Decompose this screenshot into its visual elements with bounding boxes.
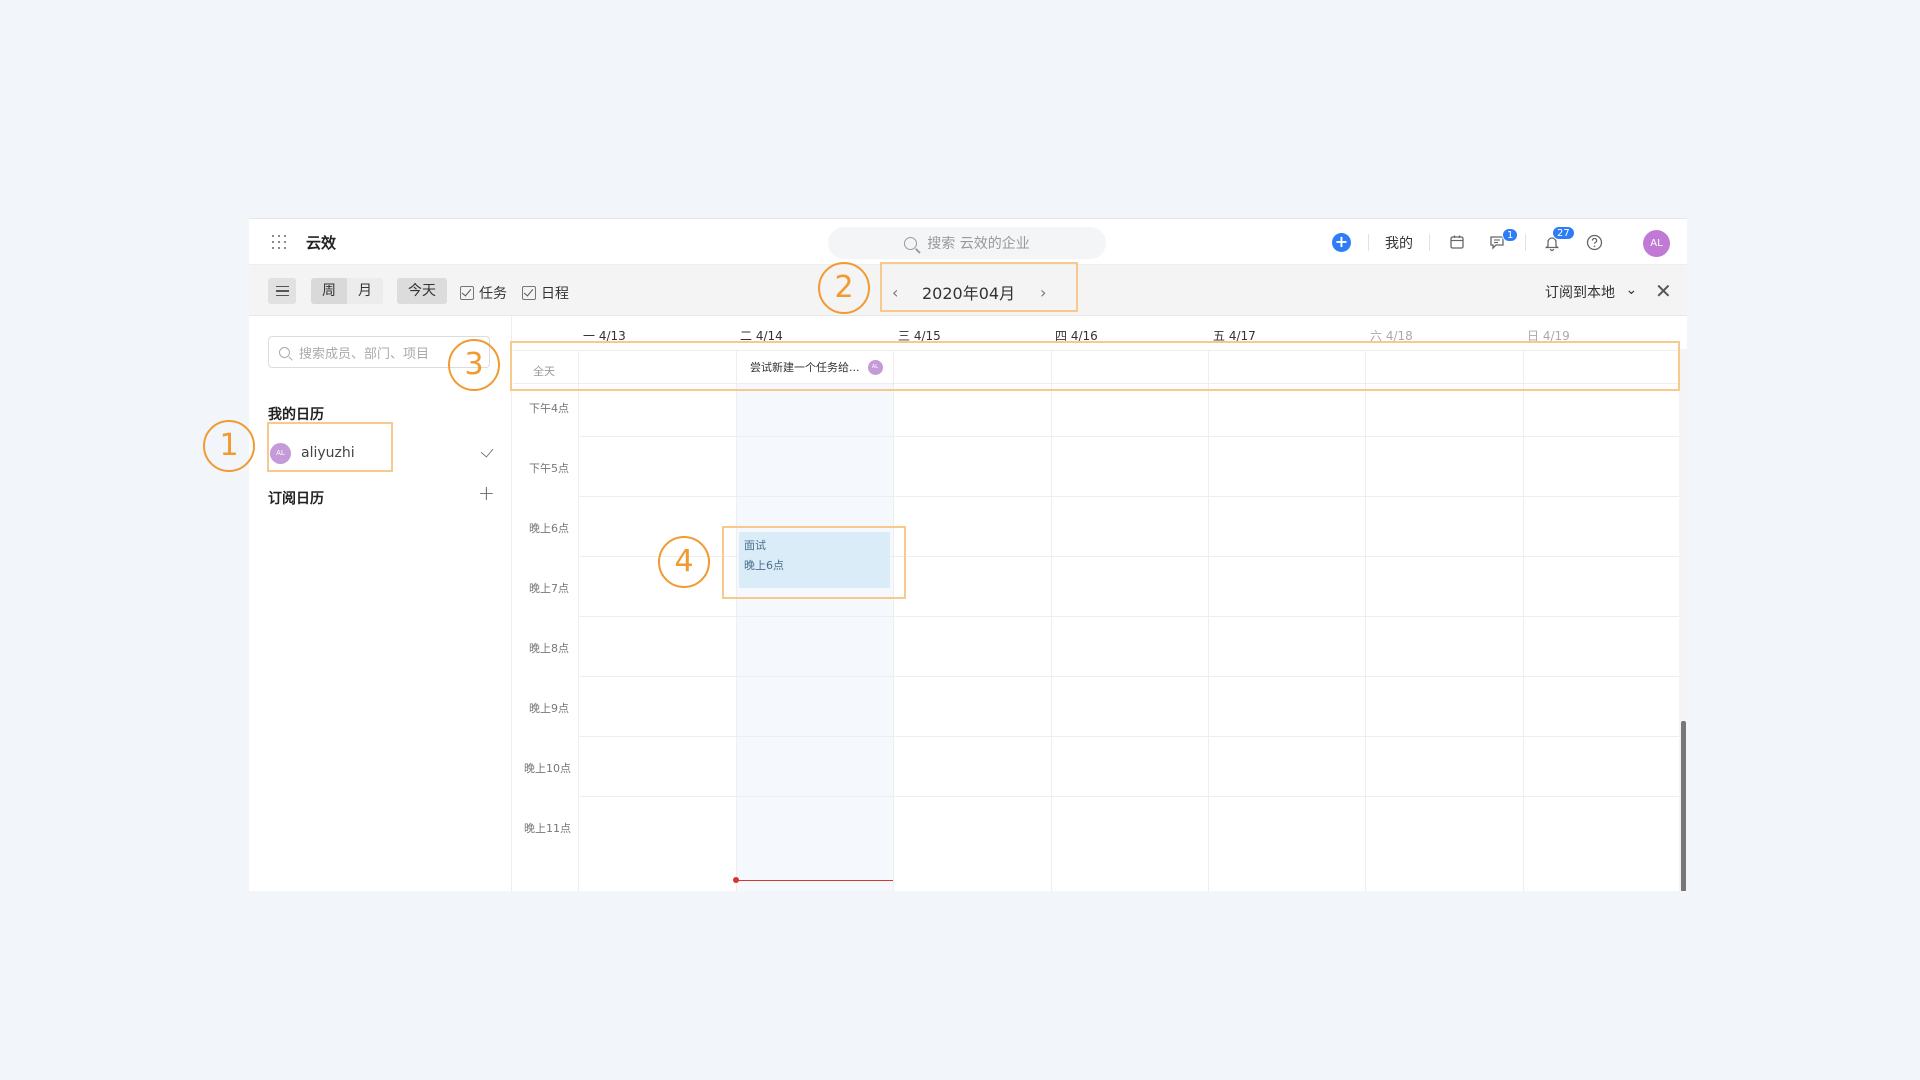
close-button[interactable]: ✕ (1655, 279, 1672, 303)
hour-label: 下午5点 (529, 462, 569, 475)
hour-line (578, 736, 1681, 737)
mine-link[interactable]: 我的 (1385, 233, 1413, 253)
grid-column-line (1208, 350, 1209, 891)
divider (1525, 234, 1526, 251)
grid-column-line (893, 350, 894, 891)
subscribe-local-label: 订阅到本地 (1545, 285, 1615, 301)
global-search-input[interactable]: 搜索 云效的企业 (828, 227, 1106, 259)
hour-line (578, 616, 1681, 617)
top-navigation-bar: 云效 搜索 云效的企业 + 我的 1 27 AL (249, 219, 1687, 265)
member-search-placeholder: 搜索成员、部门、项目 (299, 346, 430, 362)
current-time-dot (733, 877, 739, 883)
subscribed-calendar-heading: 订阅日历 (268, 491, 324, 507)
week-calendar-grid: 一 4/13 二 4/14 三 4/15 四 4/16 五 4/17 六 4/1… (513, 316, 1687, 891)
schedule-filter-label: 日程 (541, 286, 569, 302)
annotation-box-4 (722, 526, 906, 599)
check-icon (480, 444, 494, 458)
menu-toggle-button[interactable] (268, 278, 296, 304)
chevron-down-icon: ⌄ (1625, 282, 1638, 298)
create-button[interactable]: + (1332, 233, 1351, 252)
checkbox-checked-icon (460, 286, 474, 300)
grid-column-line (1051, 350, 1052, 891)
annotation-box-3 (510, 341, 1680, 391)
calendar-icon[interactable] (1447, 232, 1467, 252)
app-grid-icon[interactable] (272, 235, 286, 249)
hour-line (578, 676, 1681, 677)
hour-line (578, 796, 1681, 797)
calendar-sidebar: 搜索成员、部门、项目 我的日历 AL aliyuzhi 订阅日历 + (249, 316, 512, 891)
hour-label: 晚上11点 (524, 822, 571, 835)
task-filter-label: 任务 (479, 286, 507, 302)
hour-label: 晚上10点 (524, 762, 571, 775)
checkbox-checked-icon (522, 286, 536, 300)
hour-label: 晚上8点 (529, 642, 569, 655)
hour-line (578, 436, 1681, 437)
hour-label: 下午4点 (529, 402, 569, 415)
hour-label: 晚上9点 (529, 702, 569, 715)
user-avatar[interactable]: AL (1643, 230, 1670, 257)
schedule-filter-checkbox[interactable]: 日程 (522, 283, 569, 303)
today-column-highlight (736, 384, 893, 891)
my-calendar-heading: 我的日历 (268, 407, 324, 423)
annotation-box-1 (267, 422, 393, 472)
grid-column-line (1523, 350, 1524, 891)
annotation-marker-1: 1 (203, 420, 255, 472)
add-subscription-button[interactable]: + (478, 481, 495, 505)
current-time-line (736, 880, 893, 881)
scrollbar-thumb[interactable] (1681, 721, 1686, 891)
grid-column-line (1365, 350, 1366, 891)
annotation-marker-4: 4 (658, 536, 710, 588)
hour-line (578, 496, 1681, 497)
search-icon (279, 346, 290, 358)
task-filter-checkbox[interactable]: 任务 (460, 283, 507, 303)
view-switcher: 周 月 (311, 278, 383, 304)
annotation-box-2 (880, 262, 1078, 312)
divider (1368, 234, 1369, 251)
hour-label: 晚上7点 (529, 582, 569, 595)
grid-column-line (578, 350, 579, 891)
divider (1429, 234, 1430, 251)
view-month-button[interactable]: 月 (347, 278, 383, 304)
notification-badge: 27 (1552, 226, 1575, 240)
help-icon[interactable] (1584, 232, 1604, 252)
view-week-button[interactable]: 周 (311, 278, 347, 304)
annotation-marker-2: 2 (818, 262, 870, 314)
today-button[interactable]: 今天 (397, 278, 447, 304)
search-icon (904, 236, 918, 250)
subscribe-local-dropdown[interactable]: 订阅到本地 ⌄ (1545, 282, 1637, 302)
grid-column-line (736, 350, 737, 891)
message-badge: 1 (1502, 228, 1519, 242)
calendar-app-window: 云效 搜索 云效的企业 + 我的 1 27 AL 周 月 今天 任务 日程 ‹ … (249, 218, 1687, 891)
hour-label: 晚上6点 (529, 522, 569, 535)
annotation-marker-3: 3 (448, 339, 500, 391)
global-search-placeholder: 搜索 云效的企业 (927, 236, 1030, 252)
app-title: 云效 (306, 234, 337, 252)
